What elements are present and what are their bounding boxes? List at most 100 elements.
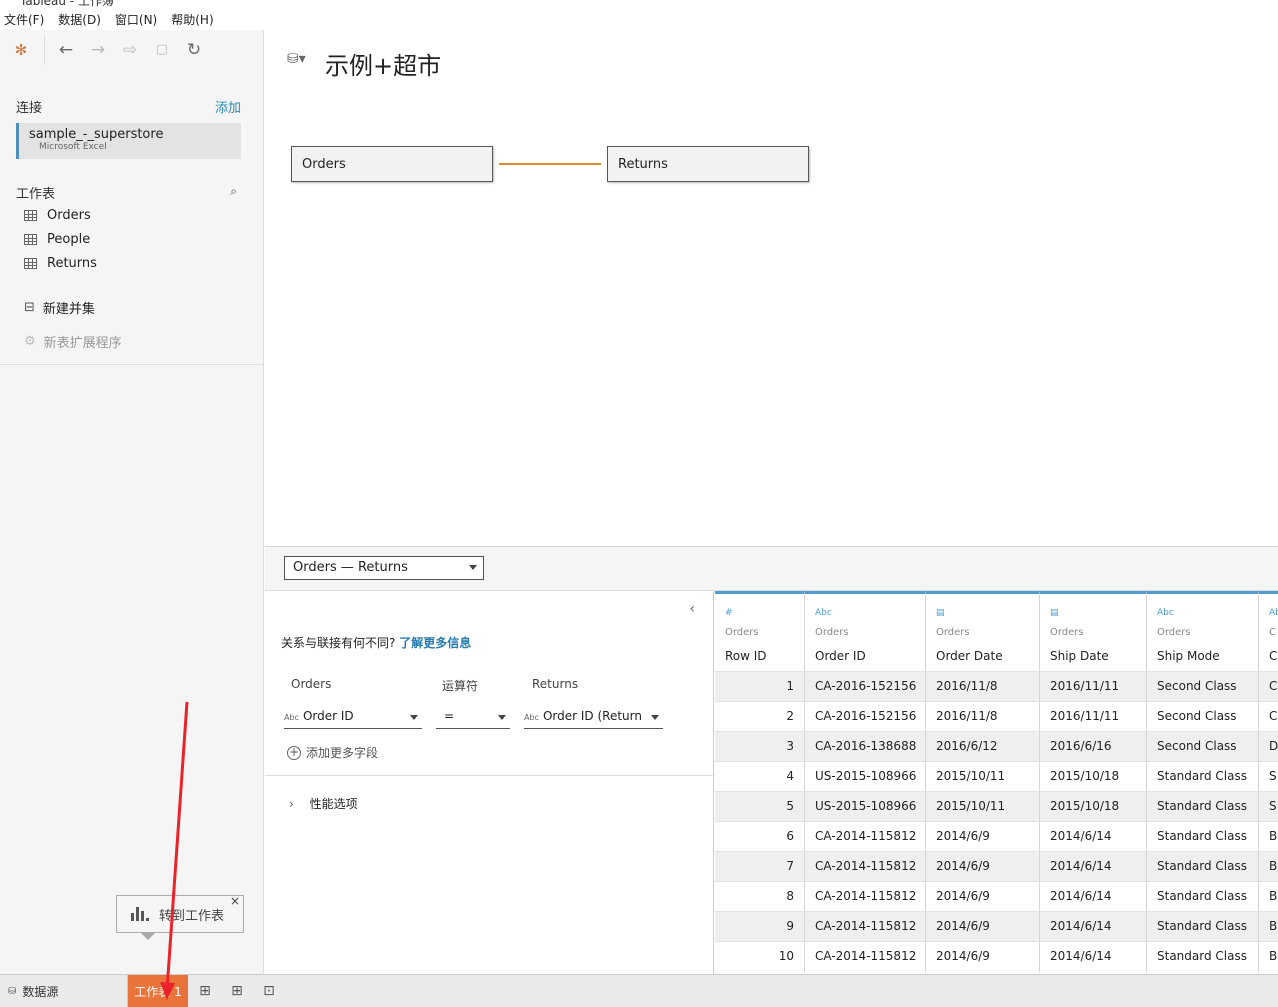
table-cell: CA-2016-152156 (805, 672, 926, 702)
string-type-icon: Abc (1157, 608, 1174, 618)
right-table-header: Returns (532, 677, 579, 691)
add-connection-link[interactable]: 添加 (215, 97, 241, 116)
table-cell: 1 (715, 672, 805, 702)
bar-chart-icon (131, 907, 149, 921)
new-dashboard-icon[interactable]: ⊞ (226, 980, 248, 1002)
database-icon[interactable]: ⛁▾ (287, 51, 306, 67)
table-row: 2 CA-2016-152156 2016/11/8 2016/11/11 Second… (715, 701, 1278, 732)
column-source: Orders (1050, 627, 1084, 638)
table-cell: 6 (715, 822, 805, 852)
table-row: 7 CA-2014-115812 2014/6/9 2014/6/14 Standard… (715, 851, 1278, 882)
table-cell: 2014/6/14 (1040, 912, 1147, 942)
column-name: Order ID (815, 649, 866, 663)
search-icon[interactable]: ⌕ (230, 184, 237, 199)
menu-help[interactable]: 帮助(H) (171, 11, 213, 28)
table-cell: 2014/6/9 (926, 822, 1040, 852)
right-field-value: Order ID (Return (542, 709, 642, 723)
tab-sheet-1[interactable]: 工作表 1 (128, 975, 188, 1007)
sheets-label: 工作表 (16, 187, 56, 202)
table-cell: 2016/6/12 (926, 732, 1040, 762)
operator-header: 运算符 (442, 679, 479, 693)
new-story-icon[interactable]: ⊡ (258, 980, 280, 1002)
table-cell: 2014/6/9 (926, 882, 1040, 912)
string-type-icon: Abc (1269, 608, 1278, 618)
column-header[interactable]: ▤ Orders Ship Date (1040, 591, 1147, 671)
connection-item[interactable]: sample_-_superstore Microsoft Excel (16, 123, 241, 159)
save-icon[interactable]: ▢ (151, 39, 173, 61)
table-cell: S (1259, 792, 1278, 822)
tableau-logo-icon[interactable]: ✻ (10, 39, 32, 61)
operator-select[interactable]: = (436, 707, 510, 729)
column-header[interactable]: Abc Orders Ship Mode (1147, 591, 1259, 671)
column-header[interactable]: ▤ Orders Order Date (926, 591, 1040, 671)
tooltip-tail (140, 932, 156, 940)
learn-more-link[interactable]: 了解更多信息 (399, 636, 471, 650)
new-worksheet-icon[interactable]: ⊞ (194, 980, 216, 1002)
new-extension-item[interactable]: ⚙ 新表扩展程序 (24, 332, 122, 351)
right-field-select[interactable]: Abc Order ID (Return (524, 707, 663, 729)
tab-datasource-label: 数据源 (22, 984, 59, 999)
performance-options-toggle[interactable]: › 性能选项 (289, 795, 358, 812)
table-cell: Second Class (1147, 732, 1259, 762)
menu-window[interactable]: 窗口(N) (115, 11, 157, 28)
table-item-orders[interactable]: Orders (24, 208, 91, 223)
table-cell: US-2015-108966 (805, 762, 926, 792)
table-cell: CA-2014-115812 (805, 882, 926, 912)
arrow-left-icon[interactable]: ← (55, 39, 77, 61)
table-cell: 8 (715, 882, 805, 912)
datasource-title[interactable]: 示例+超市 (325, 46, 441, 81)
table-cell: 2016/11/11 (1040, 702, 1147, 732)
collapse-left-icon[interactable]: ‹ (689, 601, 695, 617)
go-to-worksheet-tooltip[interactable]: 转到工作表 × (116, 894, 244, 933)
add-more-fields-button[interactable]: + 添加更多字段 (287, 744, 378, 761)
table-cell: C (1259, 702, 1278, 732)
column-header[interactable]: Abc CC (1259, 591, 1278, 671)
table-cell: 2015/10/18 (1040, 792, 1147, 822)
column-header[interactable]: # Orders Row ID (715, 591, 805, 671)
chevron-down-icon (498, 715, 506, 720)
table-item-people[interactable]: People (24, 232, 90, 247)
column-name: Row ID (725, 649, 767, 663)
chevron-down-icon (651, 715, 659, 720)
table-cell: 2014/6/9 (926, 912, 1040, 942)
menu-file[interactable]: 文件(F) (4, 11, 44, 28)
relationship-bar: Orders — Returns (265, 547, 1278, 591)
extension-icon: ⚙ (24, 334, 36, 349)
table-cell: 2 (715, 702, 805, 732)
title-bar: Tableau - 工作簿 (0, 0, 1278, 8)
relationship-select[interactable]: Orders — Returns (284, 556, 484, 580)
table-cell: 2015/10/11 (926, 762, 1040, 792)
table-item-returns[interactable]: Returns (24, 256, 97, 271)
table-cell: Standard Class (1147, 882, 1259, 912)
column-name: Order Date (936, 649, 1003, 663)
new-union-item[interactable]: ⊟ 新建并集 (24, 298, 95, 317)
left-table-header: Orders (291, 677, 332, 691)
left-field-select[interactable]: Abc Order ID (284, 707, 422, 729)
table-cell: D (1259, 732, 1278, 762)
table-cell: 2016/11/11 (1040, 672, 1147, 702)
close-icon[interactable]: × (230, 894, 240, 908)
string-type-icon: Abc (524, 713, 539, 722)
redo-icon[interactable]: ⇨ (119, 39, 141, 61)
chevron-down-icon (469, 565, 477, 570)
table-cell: B (1259, 912, 1278, 942)
canvas-table-orders[interactable]: Orders (291, 146, 493, 182)
table-cell: CA-2014-115812 (805, 912, 926, 942)
table-icon (24, 258, 37, 269)
calendar-icon: ▤ (936, 608, 945, 618)
table-row: 1 CA-2016-152156 2016/11/8 2016/11/11 Second… (715, 671, 1278, 702)
column-header[interactable]: Abc Orders Order ID (805, 591, 926, 671)
refresh-icon[interactable]: ↻ (183, 39, 205, 61)
column-source: C (1269, 627, 1276, 638)
table-cell: 2014/6/9 (926, 942, 1040, 972)
tab-datasource[interactable]: ⛁ 数据源 (0, 975, 128, 1007)
bottom-tab-bar: ⛁ 数据源 工作表 1 ⊞ ⊞ ⊡ (0, 974, 1278, 1007)
table-row: 6 CA-2014-115812 2014/6/9 2014/6/14 Standard… (715, 821, 1278, 852)
canvas-table-returns[interactable]: Returns (607, 146, 809, 182)
relationship-noodle[interactable] (499, 163, 601, 165)
menu-data[interactable]: 数据(D) (58, 11, 101, 28)
arrow-right-icon[interactable]: → (87, 39, 109, 61)
window-title: Tableau - 工作簿 (20, 0, 114, 8)
table-cell: Standard Class (1147, 822, 1259, 852)
table-cell: 2014/6/14 (1040, 882, 1147, 912)
